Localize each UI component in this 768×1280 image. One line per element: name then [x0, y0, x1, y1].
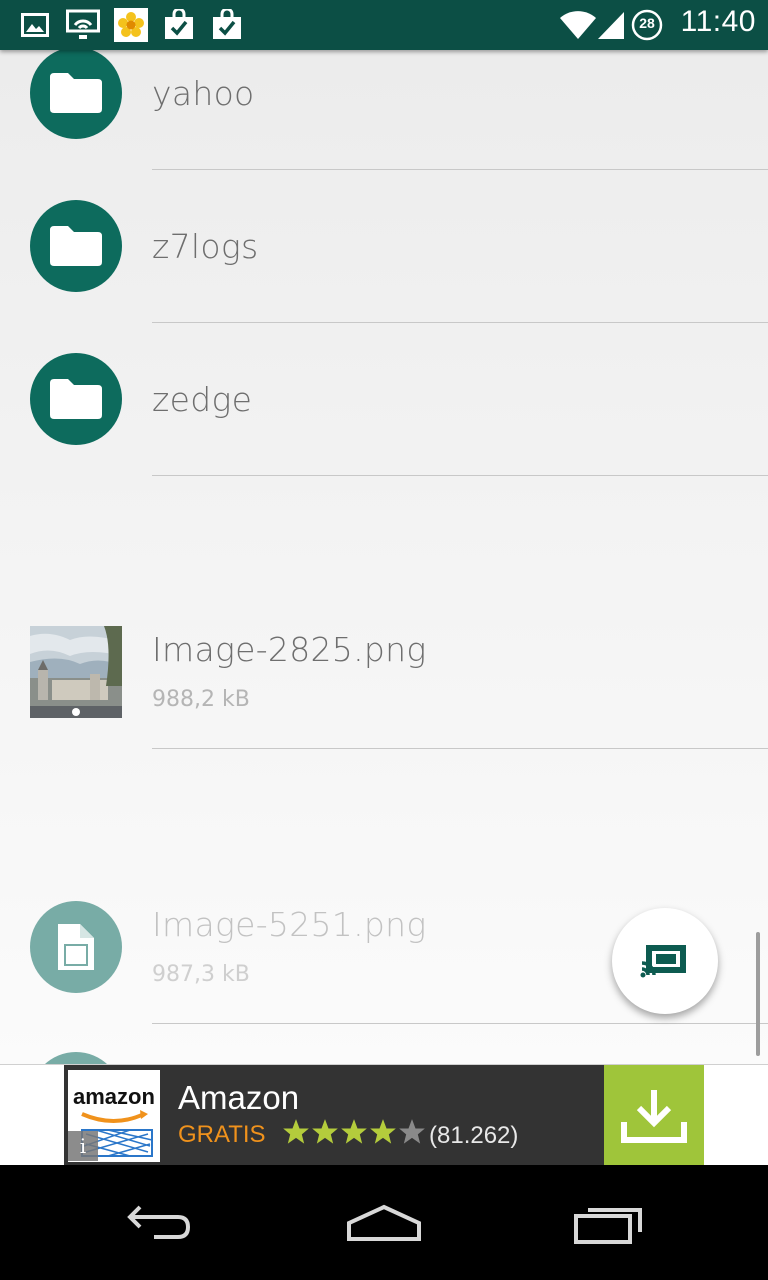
ad-info-icon[interactable]: i	[68, 1131, 98, 1161]
flower-icon	[114, 8, 148, 42]
recents-icon	[574, 1208, 642, 1244]
back-icon	[127, 1205, 191, 1239]
download-icon	[621, 1089, 687, 1143]
star-icon	[312, 1119, 338, 1144]
battery-saver-icon: 28	[630, 8, 664, 42]
file-size: 987,3 kB	[152, 962, 250, 987]
file-name: Image-5251.png	[152, 905, 427, 944]
ad-app-name: Amazon	[178, 1079, 300, 1116]
home-button[interactable]	[329, 1195, 439, 1251]
wifi-icon	[558, 8, 598, 42]
battery-level: 28	[639, 15, 655, 31]
ad-banner[interactable]: amazon i Amazon GRATIS (81.262)	[0, 1064, 768, 1166]
ad-review-count: (81.262)	[429, 1122, 519, 1149]
list-item[interactable]: zedge	[0, 323, 768, 476]
bag-check-icon	[162, 8, 196, 42]
recents-button[interactable]	[554, 1195, 664, 1251]
star-icon	[341, 1119, 367, 1144]
ad-content[interactable]: amazon i Amazon GRATIS (81.262)	[64, 1065, 704, 1166]
list-item[interactable]: yahoo	[0, 50, 768, 170]
cast-screen-icon	[640, 945, 686, 978]
star-empty-icon	[399, 1119, 425, 1144]
list-item[interactable]: Image-2825.png 988,2 kB	[0, 476, 768, 749]
folder-icon	[30, 200, 122, 292]
signal-icon	[594, 8, 628, 42]
gallery-icon	[18, 8, 52, 42]
file-icon	[30, 1052, 122, 1064]
cast-wifi-icon	[66, 8, 100, 42]
star-icon	[283, 1119, 309, 1144]
scrollbar[interactable]	[756, 932, 760, 1056]
amazon-logo-text: amazon	[73, 1084, 155, 1109]
file-name: Image-2825.png	[152, 630, 427, 669]
bag-check-icon	[210, 8, 244, 42]
file-name: yahoo	[152, 74, 255, 113]
cast-button[interactable]	[612, 908, 718, 1014]
file-name: z7logs	[152, 227, 259, 266]
folder-icon	[30, 50, 122, 139]
navigation-bar	[0, 1165, 768, 1280]
image-thumbnail	[30, 626, 122, 718]
home-icon	[347, 1204, 421, 1241]
file-list: yahoo z7logs zedge Image-2825.png 988,2 …	[0, 50, 768, 1064]
file-name: zedge	[152, 380, 253, 419]
list-item[interactable]: z7logs	[0, 170, 768, 323]
folder-icon	[30, 353, 122, 445]
file-icon	[30, 901, 122, 993]
status-bar: 28 11:40	[0, 0, 768, 50]
star-icon	[370, 1119, 396, 1144]
ad-rating-stars	[282, 1118, 426, 1146]
clock: 11:40	[680, 5, 756, 38]
ad-download-button[interactable]	[604, 1065, 704, 1166]
ad-price: GRATIS	[178, 1121, 266, 1148]
back-button[interactable]	[104, 1195, 214, 1251]
file-size: 988,2 kB	[152, 687, 250, 712]
list-item[interactable]	[0, 1024, 768, 1064]
